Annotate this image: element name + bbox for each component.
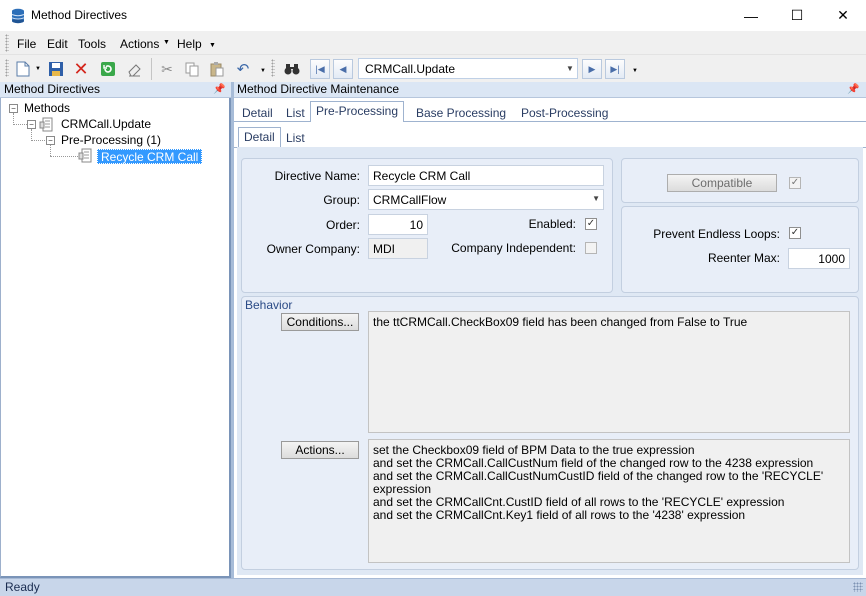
enabled-label: Enabled:	[528, 217, 576, 231]
behavior-title: Behavior	[245, 298, 293, 312]
right-panel-title: Method Directive Maintenance	[237, 82, 400, 96]
maximize-button[interactable]: ☐	[774, 0, 820, 31]
chevron-down-icon[interactable]: ▼	[592, 194, 600, 203]
toolbar-grip-icon[interactable]	[5, 59, 9, 77]
tree-line	[50, 145, 51, 156]
menu-file[interactable]: File	[17, 37, 36, 51]
tree-node-recycle-crm-call[interactable]: Recycle CRM Call	[97, 149, 203, 164]
resize-grip-icon[interactable]	[853, 582, 863, 592]
tab-base-processing[interactable]: Base Processing	[416, 106, 506, 120]
tree-line	[50, 156, 78, 157]
binoculars-icon[interactable]	[282, 59, 302, 79]
toolbar-grip-icon-2[interactable]	[271, 59, 275, 77]
pin-icon[interactable]: 📌	[847, 82, 859, 97]
owner-company-field: MDI	[368, 238, 428, 259]
compatible-checkbox[interactable]: ✓	[789, 177, 801, 189]
conditions-memo[interactable]: the ttCRMCall.CheckBox09 field has been …	[368, 311, 850, 433]
eraser-icon[interactable]	[124, 59, 144, 79]
subtab-list[interactable]: List	[286, 131, 305, 145]
window-title: Method Directives	[31, 8, 128, 22]
new-dropdown-icon[interactable]: ▼	[35, 66, 41, 72]
actions-memo[interactable]: set the Checkbox09 field of BPM Data to …	[368, 439, 850, 563]
undo-icon[interactable]: ↶	[233, 59, 253, 79]
prevent-loops-label: Prevent Endless Loops:	[653, 227, 780, 241]
menu-actions[interactable]: Actions	[120, 37, 159, 51]
status-bar: Ready	[0, 578, 866, 596]
tab-post-processing[interactable]: Post-Processing	[521, 106, 608, 120]
tree-line	[13, 124, 27, 125]
database-icon	[10, 8, 26, 24]
conditions-text: the ttCRMCall.CheckBox09 field has been …	[373, 315, 748, 329]
tab-pre-processing[interactable]: Pre-Processing	[310, 101, 405, 122]
record-selector-combo[interactable]: CRMCall.Update ▼	[358, 58, 578, 79]
order-field[interactable]: 10	[368, 214, 428, 235]
menu-edit[interactable]: Edit	[47, 37, 68, 51]
refresh-icon[interactable]	[98, 59, 118, 79]
copy-icon[interactable]	[182, 59, 202, 79]
menu-tools[interactable]: Tools	[78, 37, 106, 51]
group-select-value: CRMCallFlow	[373, 193, 447, 207]
toolbar-overflow-icon[interactable]: ▼	[632, 68, 638, 74]
actions-dropdown-icon: ▼	[163, 39, 170, 46]
record-selector-value: CRMCall.Update	[365, 62, 456, 76]
tree-node-pre-processing[interactable]: Pre-Processing (1)	[61, 133, 161, 147]
previous-record-icon[interactable]: ◀	[333, 59, 353, 79]
directive-icon	[78, 148, 94, 167]
prevent-loops-checkbox[interactable]: ✓	[789, 227, 801, 239]
new-icon[interactable]	[13, 59, 33, 79]
method-icon	[39, 117, 55, 136]
enabled-checkbox[interactable]: ✓	[585, 218, 597, 230]
conditions-button[interactable]: Conditions...	[281, 313, 359, 331]
directive-name-field[interactable]: Recycle CRM Call	[368, 165, 604, 186]
actions-line: and set the CRMCallCnt.Key1 field of all…	[373, 508, 746, 522]
paste-icon[interactable]	[207, 59, 227, 79]
menu-grip-icon[interactable]	[5, 34, 9, 52]
left-panel-header: Method Directives 📌	[0, 82, 231, 98]
status-text: Ready	[5, 580, 40, 594]
actions-button[interactable]: Actions...	[281, 441, 359, 459]
compatible-button[interactable]: Compatible	[667, 174, 777, 192]
actions-line: and set the CRMCall.CallCustNumCustID fi…	[373, 469, 824, 483]
first-record-icon[interactable]: |◀	[310, 59, 330, 79]
reenter-max-field[interactable]: 1000	[788, 248, 850, 269]
minimize-icon: —	[744, 7, 758, 24]
tab-list[interactable]: List	[286, 106, 305, 120]
minimize-button[interactable]: —	[728, 0, 774, 31]
save-icon[interactable]	[46, 59, 66, 79]
close-button[interactable]: ✕	[820, 0, 866, 31]
collapse-icon[interactable]: −	[9, 104, 18, 113]
pin-icon[interactable]: 📌	[213, 82, 225, 97]
maximize-icon: ☐	[790, 7, 804, 23]
chevron-down-icon[interactable]: ▼	[563, 59, 577, 78]
subtab-detail[interactable]: Detail	[238, 127, 281, 148]
delete-icon[interactable]: ✕	[71, 59, 91, 79]
reenter-max-label: Reenter Max:	[707, 251, 780, 265]
company-independent-checkbox[interactable]	[585, 242, 597, 254]
collapse-icon[interactable]: −	[27, 120, 36, 129]
close-icon: ✕	[837, 7, 849, 23]
menu-overflow-icon[interactable]: ▼	[209, 42, 216, 49]
next-record-icon[interactable]: ▶	[582, 59, 602, 79]
order-label: Order:	[325, 218, 360, 232]
cut-icon[interactable]: ✂	[157, 59, 177, 79]
last-record-icon[interactable]: ▶|	[605, 59, 625, 79]
collapse-icon[interactable]: −	[46, 136, 55, 145]
owner-company-label: Owner Company:	[266, 242, 360, 256]
menu-help[interactable]: Help	[177, 37, 202, 51]
group-select[interactable]: CRMCallFlow ▼	[368, 189, 604, 210]
tree-node-crmcall-update[interactable]: CRMCall.Update	[61, 117, 151, 131]
tab-detail[interactable]: Detail	[242, 106, 273, 120]
left-panel-title: Method Directives	[4, 82, 101, 96]
tree-line	[31, 140, 45, 141]
toolbar-separator	[151, 58, 152, 80]
company-independent-label: Company Independent:	[451, 241, 576, 255]
tree-node-methods[interactable]: Methods	[24, 101, 70, 115]
directive-name-label: Directive Name:	[274, 169, 360, 183]
group-label: Group:	[323, 193, 360, 207]
method-tree	[0, 98, 231, 578]
right-panel-header: Method Directive Maintenance 📌	[234, 82, 866, 98]
undo-dropdown-icon[interactable]: ▼	[260, 68, 266, 74]
